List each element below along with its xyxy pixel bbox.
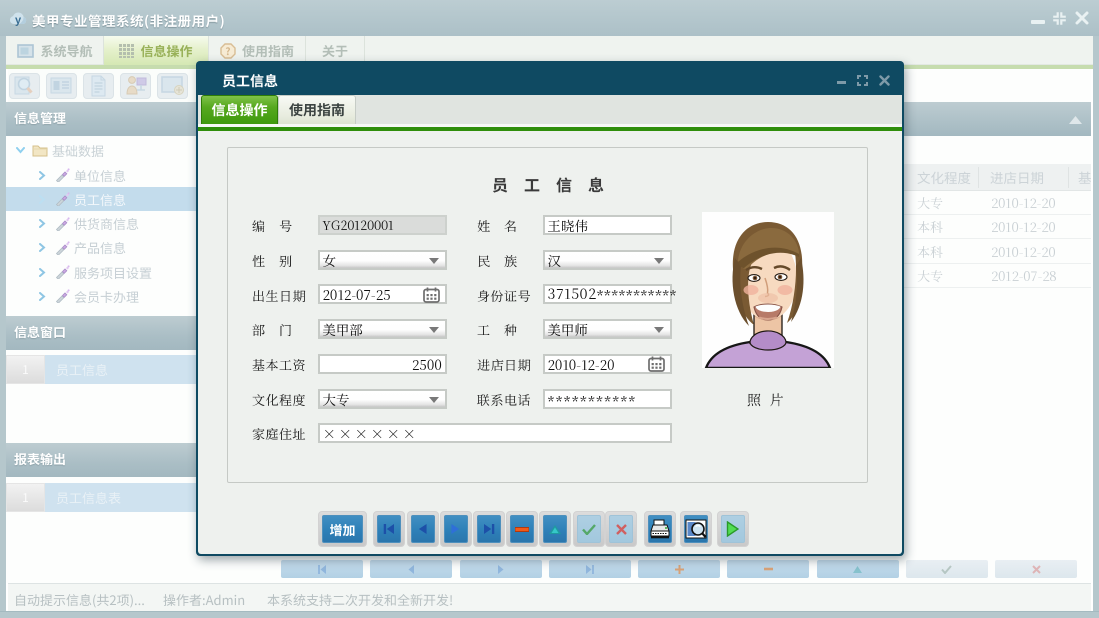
svg-text:y: y (15, 12, 22, 27)
svg-text:?: ? (225, 43, 230, 58)
